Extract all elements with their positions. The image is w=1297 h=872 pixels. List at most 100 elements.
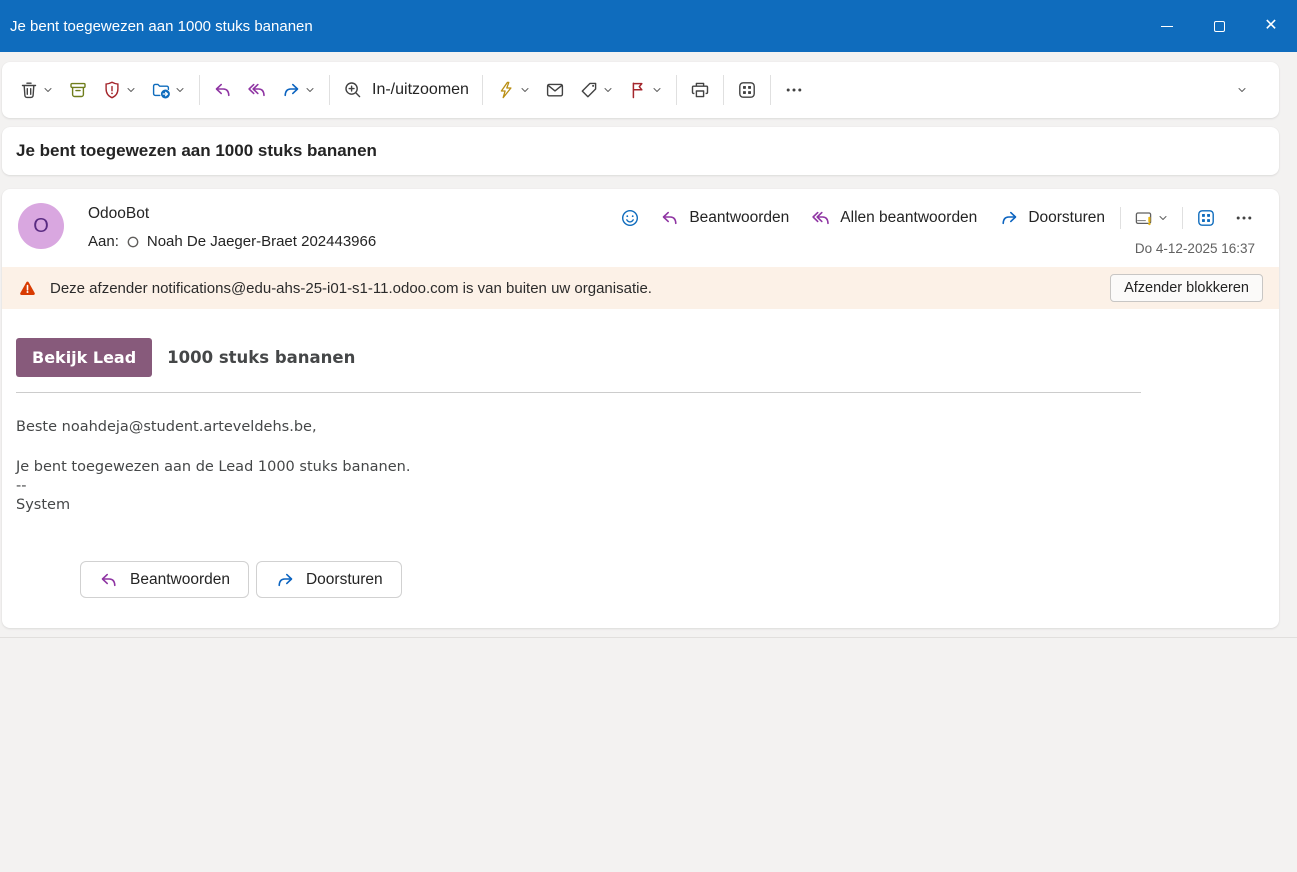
reading-pane-options-button[interactable] bbox=[1125, 208, 1178, 228]
message-more-button[interactable] bbox=[1225, 208, 1263, 228]
chevron-down-icon bbox=[125, 84, 137, 96]
add-reaction-button[interactable] bbox=[611, 208, 649, 228]
flag-icon bbox=[628, 80, 648, 100]
recipient-name[interactable]: Noah De Jaeger-Braet 202443966 bbox=[147, 233, 376, 250]
block-sender-button[interactable]: Afzender blokkeren bbox=[1110, 274, 1263, 302]
toolbar-divider bbox=[723, 75, 724, 105]
header-right: Beantwoorden Allen beantwoorden Doorstur… bbox=[611, 203, 1263, 256]
lead-title: 1000 stuks bananen bbox=[167, 348, 355, 367]
envelope-icon bbox=[545, 80, 565, 100]
zoom-button[interactable]: In-/uitzoomen bbox=[336, 70, 476, 110]
body-divider bbox=[16, 392, 1141, 393]
archive-button[interactable] bbox=[61, 70, 95, 110]
view-lead-button[interactable]: Bekijk Lead bbox=[16, 338, 152, 377]
window-controls: ✕ bbox=[1141, 0, 1297, 52]
lead-row: Bekijk Lead 1000 stuks bananen bbox=[16, 338, 1263, 377]
sender-block: OdooBot Aan: Noah De Jaeger-Braet 202443… bbox=[88, 203, 376, 256]
window-titlebar: Je bent toegewezen aan 1000 stuks banane… bbox=[0, 0, 1297, 52]
reply-all-icon bbox=[247, 80, 267, 100]
email-subject: Je bent toegewezen aan 1000 stuks banane… bbox=[16, 141, 377, 161]
inline-forward-label: Doorsturen bbox=[306, 571, 383, 589]
presence-circle-icon bbox=[126, 235, 140, 249]
apps-button[interactable] bbox=[730, 70, 764, 110]
maximize-icon bbox=[1214, 21, 1225, 32]
forward-icon bbox=[281, 80, 301, 100]
chevron-down-icon bbox=[602, 84, 614, 96]
signature-separator: -- bbox=[16, 477, 1263, 496]
maximize-button[interactable] bbox=[1193, 0, 1245, 52]
chevron-down-icon bbox=[1236, 84, 1248, 96]
chevron-down-icon bbox=[651, 84, 663, 96]
forward-icon bbox=[999, 208, 1019, 228]
toolbar-divider bbox=[770, 75, 771, 105]
assignment-paragraph: Je bent toegewezen aan de Lead 1000 stuk… bbox=[16, 458, 1263, 515]
read-unread-button[interactable] bbox=[538, 70, 572, 110]
message-apps-button[interactable] bbox=[1187, 208, 1225, 228]
reply-all-action-label: Allen beantwoorden bbox=[840, 209, 977, 227]
reply-all-action-button[interactable]: Allen beantwoorden bbox=[800, 208, 988, 228]
chevron-down-icon bbox=[42, 84, 54, 96]
chevron-down-icon bbox=[304, 84, 316, 96]
reply-action-label: Beantwoorden bbox=[689, 209, 789, 227]
toolbar-divider bbox=[329, 75, 330, 105]
move-to-button[interactable] bbox=[144, 70, 193, 110]
quick-steps-button[interactable] bbox=[489, 70, 538, 110]
tag-icon bbox=[579, 80, 599, 100]
trash-icon bbox=[19, 80, 39, 100]
external-sender-text: Deze afzender notifications@edu-ahs-25-i… bbox=[50, 280, 1110, 297]
forward-action-button[interactable]: Doorsturen bbox=[988, 208, 1116, 228]
email-body: Bekijk Lead 1000 stuks bananen Beste noa… bbox=[2, 309, 1279, 628]
print-button[interactable] bbox=[683, 70, 717, 110]
shield-warning-icon bbox=[102, 80, 122, 100]
toolbar-divider bbox=[676, 75, 677, 105]
toolbar-divider bbox=[482, 75, 483, 105]
reply-icon bbox=[660, 208, 680, 228]
minimize-button[interactable] bbox=[1141, 0, 1193, 52]
window-title: Je bent toegewezen aan 1000 stuks banane… bbox=[10, 18, 313, 35]
mail-toolbar: In-/uitzoomen bbox=[2, 62, 1279, 118]
lightning-icon bbox=[496, 80, 516, 100]
smiley-icon bbox=[620, 208, 640, 228]
reply-icon bbox=[99, 570, 119, 590]
inline-reply-row: Beantwoorden Doorsturen bbox=[80, 561, 1263, 598]
chevron-down-icon bbox=[1157, 212, 1169, 224]
header-divider bbox=[1182, 207, 1183, 229]
message-header: O OdooBot Aan: Noah De Jaeger-Braet 2024… bbox=[2, 189, 1279, 267]
categorize-button[interactable] bbox=[572, 70, 621, 110]
assignment-text: Je bent toegewezen aan de Lead 1000 stuk… bbox=[16, 458, 1263, 477]
signature-text: System bbox=[16, 496, 1263, 515]
reply-all-button[interactable] bbox=[240, 70, 274, 110]
greeting-text: Beste noahdeja@student.arteveldehs.be, bbox=[16, 419, 1263, 435]
reply-action-button[interactable]: Beantwoorden bbox=[649, 208, 800, 228]
sender-avatar[interactable]: O bbox=[18, 203, 64, 249]
content-bottom-divider bbox=[0, 637, 1297, 638]
message-actions: Beantwoorden Allen beantwoorden Doorstur… bbox=[611, 207, 1263, 229]
chevron-down-icon bbox=[174, 84, 186, 96]
reply-all-icon bbox=[811, 208, 831, 228]
subject-bar: Je bent toegewezen aan 1000 stuks banane… bbox=[2, 127, 1279, 175]
header-divider bbox=[1120, 207, 1121, 229]
warning-triangle-icon bbox=[18, 279, 37, 298]
inline-reply-button[interactable]: Beantwoorden bbox=[80, 561, 249, 598]
toolbar-overflow-button[interactable] bbox=[1229, 70, 1255, 110]
message-date: Do 4-12-2025 16:37 bbox=[1135, 241, 1263, 256]
more-actions-button[interactable] bbox=[777, 70, 811, 110]
forward-button[interactable] bbox=[274, 70, 323, 110]
external-sender-banner: Deze afzender notifications@edu-ahs-25-i… bbox=[2, 267, 1279, 309]
forward-action-label: Doorsturen bbox=[1028, 209, 1105, 227]
reply-icon bbox=[213, 80, 233, 100]
recipient-line: Aan: Noah De Jaeger-Braet 202443966 bbox=[88, 233, 376, 250]
sender-name[interactable]: OdooBot bbox=[88, 205, 376, 223]
inline-forward-button[interactable]: Doorsturen bbox=[256, 561, 402, 598]
archive-icon bbox=[68, 80, 88, 100]
close-button[interactable]: ✕ bbox=[1245, 0, 1297, 52]
zoom-in-icon bbox=[343, 80, 363, 100]
printer-icon bbox=[690, 80, 710, 100]
ellipsis-icon bbox=[784, 80, 804, 100]
reply-button[interactable] bbox=[206, 70, 240, 110]
delete-button[interactable] bbox=[12, 70, 61, 110]
chevron-down-icon bbox=[519, 84, 531, 96]
apps-grid-icon bbox=[737, 80, 757, 100]
report-button[interactable] bbox=[95, 70, 144, 110]
flag-button[interactable] bbox=[621, 70, 670, 110]
